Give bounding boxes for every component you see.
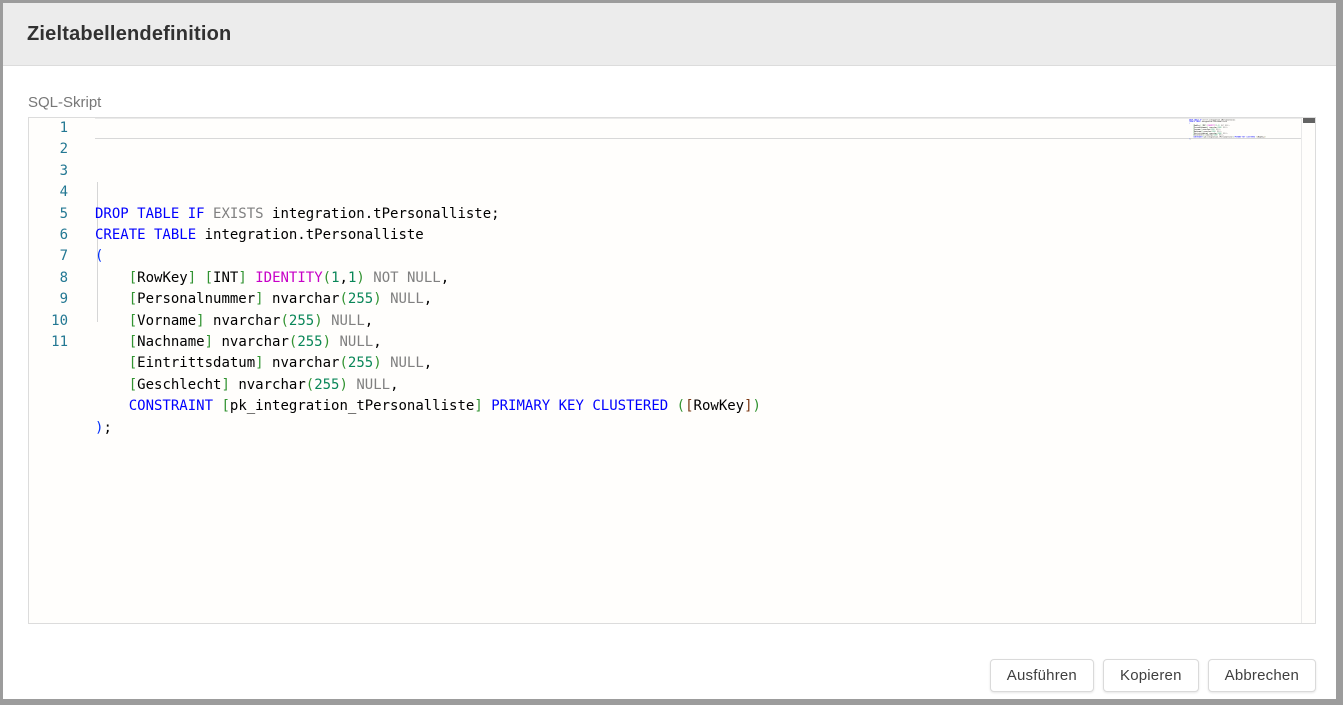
cancel-button[interactable]: Abbrechen xyxy=(1208,659,1316,692)
cursor-position-marker xyxy=(1303,118,1315,123)
minimap-content: DROP TABLE IF EXISTS integration.tPerson… xyxy=(1189,119,1202,140)
dialog-footer: Ausführen Kopieren Abbrechen xyxy=(28,659,1316,692)
scrollbar-overview-ruler[interactable] xyxy=(1301,118,1315,623)
dialog-body: SQL-Skript 1234567891011 DROP TABLE IF E… xyxy=(3,66,1336,699)
sql-code-editor[interactable]: 1234567891011 DROP TABLE IF EXISTS integ… xyxy=(28,117,1316,624)
line-number-gutter[interactable]: 1234567891011 xyxy=(29,118,68,353)
sql-script-label: SQL-Skript xyxy=(28,94,1316,111)
copy-button[interactable]: Kopieren xyxy=(1103,659,1199,692)
dialog-window: Zieltabellendefinition SQL-Skript 123456… xyxy=(0,0,1343,705)
code-lines: DROP TABLE IF EXISTS integration.tPerson… xyxy=(95,204,1315,439)
code-area[interactable]: DROP TABLE IF EXISTS integration.tPerson… xyxy=(68,118,1315,623)
execute-button[interactable]: Ausführen xyxy=(990,659,1094,692)
current-line-highlight xyxy=(95,118,1301,139)
dialog-title: Zieltabellendefinition xyxy=(27,23,231,46)
minimap[interactable]: DROP TABLE IF EXISTS integration.tPerson… xyxy=(1189,119,1301,623)
dialog-header: Zieltabellendefinition xyxy=(3,3,1336,66)
